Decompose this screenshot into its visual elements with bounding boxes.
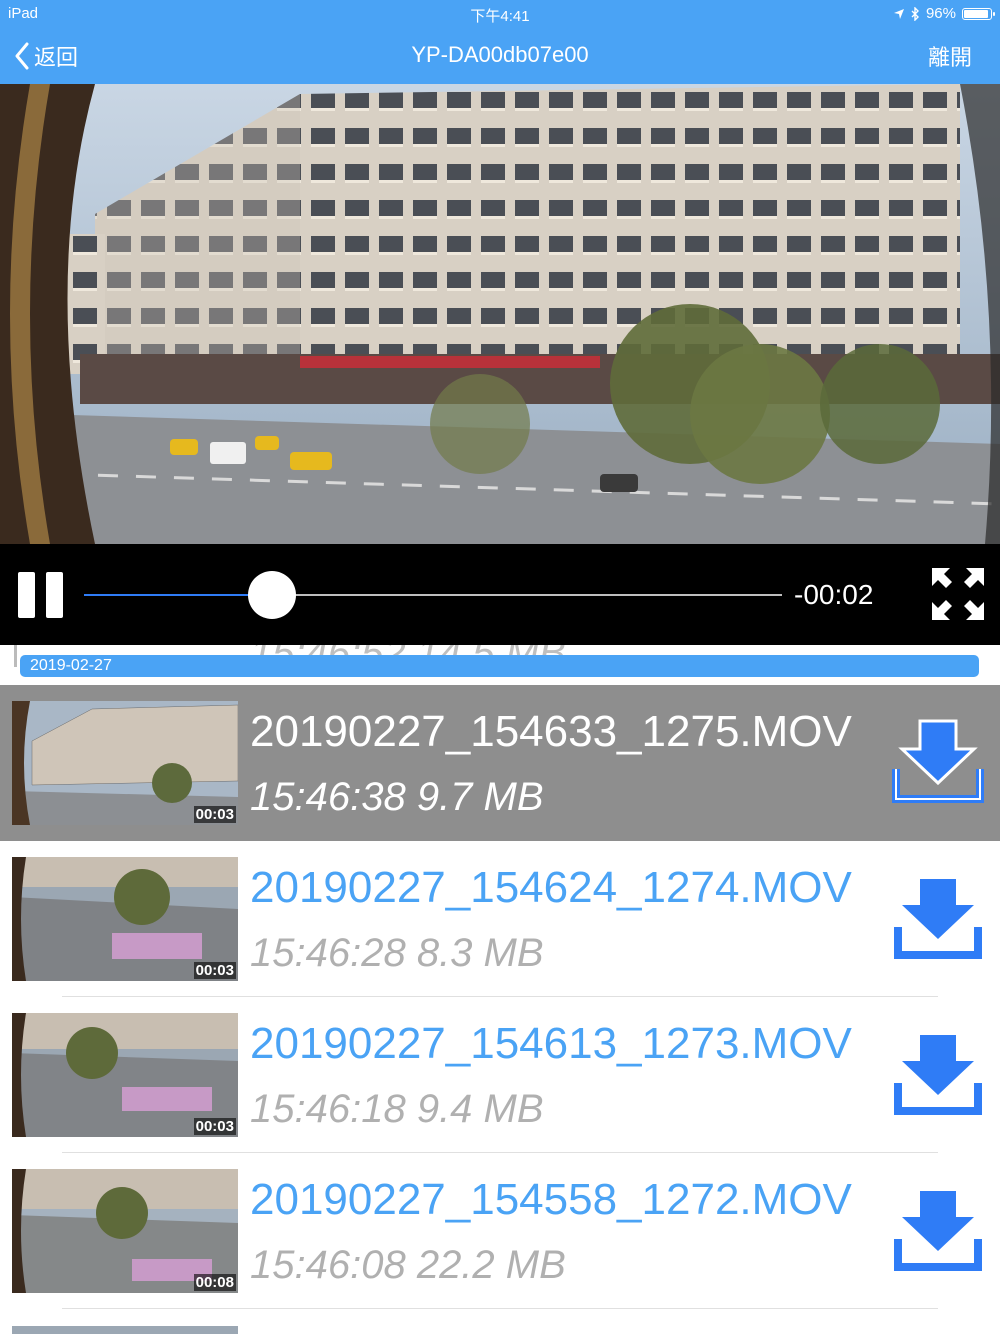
file-row[interactable]: 00:03 20190227_154613_1273.MOV 15:46:18 … bbox=[0, 997, 1000, 1153]
duration-label: 00:03 bbox=[193, 1118, 236, 1135]
file-name: 20190227_154558_1272.MOV bbox=[250, 1175, 852, 1224]
row-divider bbox=[62, 1308, 938, 1309]
file-name: 20190227_154624_1274.MOV bbox=[250, 863, 852, 912]
fullscreen-icon[interactable] bbox=[930, 566, 986, 622]
progress-played bbox=[84, 594, 273, 596]
file-meta: 15:46:08 22.2 MB bbox=[250, 1243, 566, 1287]
section-date: 2019-02-27 bbox=[30, 657, 112, 674]
status-right: 96% bbox=[893, 5, 995, 22]
pause-icon-bar-left bbox=[18, 572, 35, 618]
file-name: 20190227_154633_1275.MOV bbox=[250, 707, 852, 756]
duration-label: 00:08 bbox=[193, 1274, 236, 1291]
file-meta: 15:46:38 9.7 MB bbox=[250, 775, 544, 819]
next-row-thumbnail bbox=[12, 1326, 238, 1334]
video-thumbnail: 00:03 bbox=[12, 701, 238, 825]
download-icon[interactable] bbox=[890, 1187, 986, 1273]
bluetooth-icon bbox=[911, 6, 919, 21]
duration-label: 00:03 bbox=[193, 962, 236, 979]
pause-button[interactable] bbox=[18, 572, 64, 618]
video-player[interactable] bbox=[0, 84, 1000, 544]
location-arrow-icon bbox=[893, 8, 904, 19]
section-header: 15:46:52 14.5 MB 2019-02-27 bbox=[0, 645, 1000, 685]
battery-percent: 96% bbox=[925, 5, 956, 22]
download-icon[interactable] bbox=[890, 875, 986, 961]
video-thumbnail: 00:03 bbox=[12, 857, 238, 981]
status-bar: iPad 下午4:41 96% bbox=[0, 0, 1000, 28]
status-time: 下午4:41 bbox=[470, 8, 530, 25]
pause-icon-bar-right bbox=[46, 572, 63, 618]
date-bar: 2019-02-27 bbox=[20, 655, 979, 677]
exit-button[interactable]: 離開 bbox=[928, 40, 972, 72]
player-controls: -00:02 bbox=[0, 544, 1000, 645]
section-divider bbox=[14, 645, 17, 667]
duration-label: 00:03 bbox=[193, 806, 236, 823]
download-icon[interactable] bbox=[890, 1031, 986, 1117]
download-icon[interactable] bbox=[890, 719, 986, 805]
file-row[interactable]: 00:08 20190227_154558_1272.MOV 15:46:08 … bbox=[0, 1153, 1000, 1309]
file-meta: 15:46:18 9.4 MB bbox=[250, 1087, 544, 1131]
video-thumbnail: 00:03 bbox=[12, 1013, 238, 1137]
file-name: 20190227_154613_1273.MOV bbox=[250, 1019, 852, 1068]
video-frame-image bbox=[0, 84, 1000, 544]
time-remaining: -00:02 bbox=[794, 579, 874, 610]
nav-bar: 返回 YP-DA00db07e00 離開 bbox=[0, 28, 1000, 84]
video-thumbnail: 00:08 bbox=[12, 1169, 238, 1293]
battery-icon bbox=[962, 7, 995, 20]
file-meta: 15:46:28 8.3 MB bbox=[250, 931, 544, 975]
file-row[interactable]: 00:03 20190227_154624_1274.MOV 15:46:28 … bbox=[0, 841, 1000, 997]
page-title: YP-DA00db07e00 bbox=[411, 42, 589, 67]
file-row[interactable]: 00:03 20190227_154633_1275.MOV 15:46:38 … bbox=[0, 685, 1000, 841]
progress-track[interactable] bbox=[84, 594, 782, 596]
